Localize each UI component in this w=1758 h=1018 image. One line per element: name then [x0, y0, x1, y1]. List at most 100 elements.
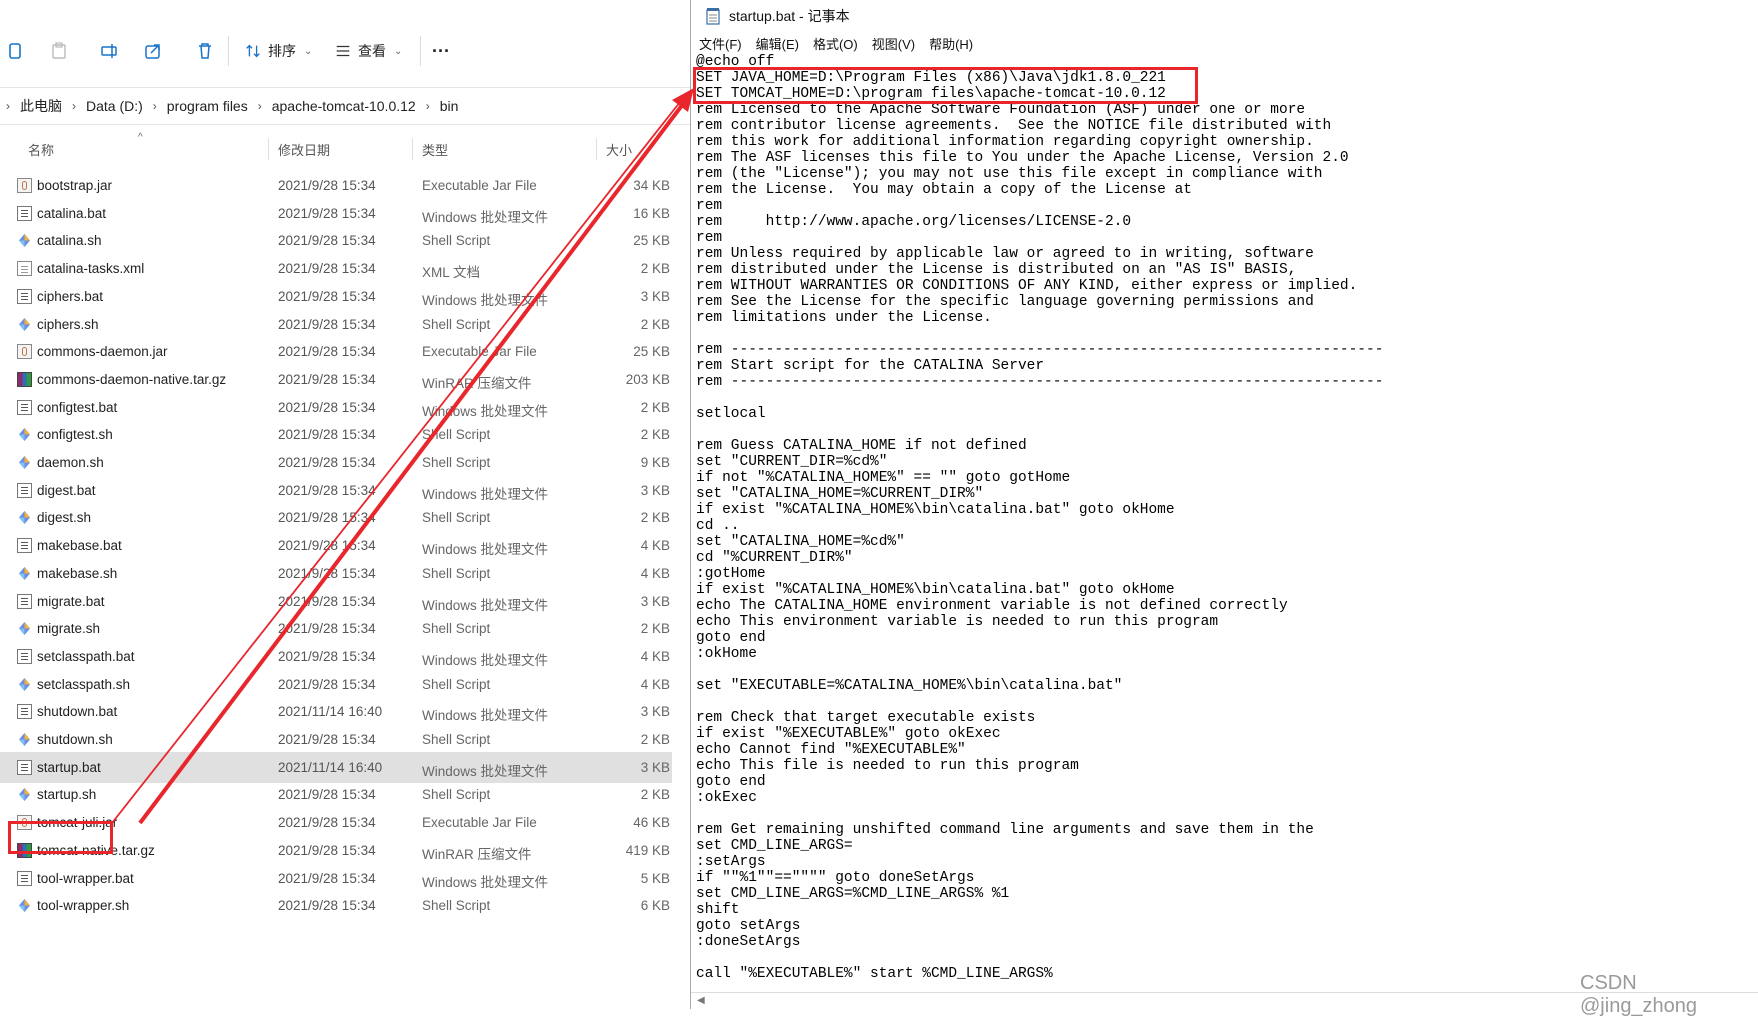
file-size: 46 KB	[633, 815, 670, 831]
file-row[interactable]: catalina.bat 2021/9/28 15:34 Windows 批处理文件…	[0, 198, 672, 229]
file-row[interactable]: configtest.sh 2021/9/28 15:34 Shell Script…	[0, 419, 672, 450]
file-size: 2 KB	[640, 316, 670, 332]
sh-file-icon	[17, 510, 32, 525]
file-row[interactable]: shutdown.bat 2021/11/14 16:40 Windows 批处理文…	[0, 696, 672, 727]
column-header-type[interactable]: 类型	[422, 130, 448, 168]
file-row[interactable]: digest.sh 2021/9/28 15:34 Shell Script 2 KB	[0, 502, 672, 533]
file-date: 2021/9/28 15:34	[278, 510, 376, 526]
file-row[interactable]: catalina.sh 2021/9/28 15:34 Shell Script 25…	[0, 225, 672, 256]
file-type: Shell Script	[422, 316, 491, 332]
file-size: 4 KB	[640, 538, 670, 554]
file-type: Executable Jar File	[422, 178, 537, 193]
share-icon[interactable]	[140, 38, 166, 64]
sh-file-icon	[17, 898, 32, 913]
bat-file-icon	[17, 399, 32, 415]
menu-edit[interactable]: 编辑(E)	[756, 34, 799, 53]
rename-icon[interactable]	[96, 38, 122, 64]
file-type: Shell Script	[422, 732, 491, 747]
breadcrumb[interactable]: › 此电脑 › Data (D:) › program files › apac…	[0, 87, 690, 125]
file-name: migrate.sh	[37, 621, 101, 637]
breadcrumb-item[interactable]: bin	[440, 98, 459, 114]
column-header-date[interactable]: 修改日期	[278, 130, 330, 168]
file-date: 2021/9/28 15:34	[278, 233, 376, 249]
file-row[interactable]: commons-daemon-native.tar.gz 2021/9/28 15…	[0, 364, 672, 395]
file-row[interactable]: shutdown.sh 2021/9/28 15:34 Shell Script 2 …	[0, 724, 672, 755]
sort-button[interactable]: 排序 ⌄	[244, 38, 312, 64]
breadcrumb-item[interactable]: 此电脑	[20, 96, 62, 116]
file-row[interactable]: daemon.sh 2021/9/28 15:34 Shell Script 9 KB	[0, 447, 672, 478]
file-row[interactable]: digest.bat 2021/9/28 15:34 Windows 批处理文件 3 …	[0, 475, 672, 506]
file-size: 4 KB	[640, 676, 670, 692]
file-name: setclasspath.bat	[37, 648, 135, 664]
file-size: 3 KB	[640, 482, 670, 498]
breadcrumb-item[interactable]: Data (D:)	[86, 98, 143, 114]
file-row[interactable]: ciphers.bat 2021/9/28 15:34 Windows 批处理文件 3…	[0, 281, 672, 312]
view-button[interactable]: 查看 ⌄	[334, 38, 402, 64]
file-type: Windows 批处理文件	[422, 292, 549, 308]
file-size: 4 KB	[640, 565, 670, 581]
file-name: digest.sh	[37, 510, 92, 526]
file-name: tool-wrapper.bat	[37, 870, 134, 886]
file-type: WinRAR 压缩文件	[422, 375, 532, 391]
file-date: 2021/9/28 15:34	[278, 621, 376, 637]
column-header-name[interactable]: 名称	[28, 130, 54, 168]
file-row[interactable]: catalina-tasks.xml 2021/9/28 15:34 XML 文档 2…	[0, 253, 672, 284]
file-size: 4 KB	[640, 648, 670, 664]
file-size: 3 KB	[640, 704, 670, 720]
file-name: catalina.bat	[37, 205, 107, 221]
file-name: commons-daemon-native.tar.gz	[37, 371, 227, 387]
bat-file-icon	[17, 205, 32, 221]
file-row[interactable]: makebase.sh 2021/9/28 15:34 Shell Script 4 …	[0, 558, 672, 589]
file-date: 2021/9/28 15:34	[278, 288, 376, 304]
scroll-left-icon[interactable]: ◀	[697, 995, 705, 1006]
file-date: 2021/9/28 15:34	[278, 787, 376, 803]
sh-file-icon	[17, 427, 32, 442]
watermark: CSDN @jing_zhong	[1580, 972, 1698, 1017]
delete-icon[interactable]	[192, 38, 218, 64]
file-type: Windows 批处理文件	[422, 209, 549, 225]
sh-file-icon	[17, 317, 32, 332]
file-size: 25 KB	[633, 344, 670, 360]
file-type: Shell Script	[422, 898, 491, 914]
file-date: 2021/9/28 15:34	[278, 842, 376, 858]
file-size: 3 KB	[640, 759, 670, 775]
file-row[interactable]: tool-wrapper.sh 2021/9/28 15:34 Shell Scri…	[0, 890, 672, 921]
file-row[interactable]: tool-wrapper.bat 2021/9/28 15:34 Windows 批…	[0, 863, 672, 894]
file-name: bootstrap.jar	[37, 178, 113, 193]
text-editor-area[interactable]: @echo off SET JAVA_HOME=D:\Program Files…	[691, 54, 1741, 994]
file-row[interactable]: startup.bat 2021/11/14 16:40 Windows 批处理文件…	[0, 751, 672, 783]
file-row[interactable]: startup.sh 2021/9/28 15:34 Shell Script 2 K…	[0, 779, 672, 810]
file-row[interactable]: bootstrap.jar 2021/9/28 15:34 Executable J…	[0, 170, 672, 201]
notepad-title-bar: startup.bat - 记事本	[691, 0, 1758, 32]
menu-format[interactable]: 格式(O)	[813, 34, 858, 53]
file-size: 6 KB	[640, 898, 670, 914]
copy-icon[interactable]	[2, 38, 28, 64]
file-size: 34 KB	[633, 178, 670, 193]
file-date: 2021/9/28 15:34	[278, 732, 376, 747]
file-row[interactable]: migrate.sh 2021/9/28 15:34 Shell Script 2 K…	[0, 613, 672, 644]
file-name: daemon.sh	[37, 455, 104, 470]
xml-file-icon	[17, 261, 32, 277]
more-options-button[interactable]: ···	[432, 38, 450, 64]
paste-icon[interactable]	[46, 38, 72, 64]
column-header-size[interactable]: 大小	[606, 130, 632, 168]
menu-view[interactable]: 视图(V)	[872, 34, 915, 53]
file-size: 2 KB	[640, 787, 670, 803]
file-type: XML 文档	[422, 265, 481, 281]
file-name: ciphers.sh	[37, 316, 99, 332]
menu-file[interactable]: 文件(F)	[699, 34, 742, 53]
file-row[interactable]: configtest.bat 2021/9/28 15:34 Windows 批处理…	[0, 392, 672, 423]
breadcrumb-item[interactable]: program files	[167, 98, 248, 114]
file-row[interactable]: setclasspath.sh 2021/9/28 15:34 Shell Scri…	[0, 669, 672, 700]
file-name: ciphers.bat	[37, 288, 104, 304]
file-row[interactable]: makebase.bat 2021/9/28 15:34 Windows 批处理文件…	[0, 530, 672, 561]
file-name: catalina.sh	[37, 233, 102, 249]
menu-help[interactable]: 帮助(H)	[929, 34, 973, 53]
file-row[interactable]: ciphers.sh 2021/9/28 15:34 Shell Script 2 K…	[0, 309, 672, 340]
breadcrumb-item[interactable]: apache-tomcat-10.0.12	[272, 98, 416, 114]
file-row[interactable]: migrate.bat 2021/9/28 15:34 Windows 批处理文件 3…	[0, 586, 672, 617]
file-row[interactable]: commons-daemon.jar 2021/9/28 15:34 Executa…	[0, 336, 672, 367]
file-name: startup.bat	[37, 759, 101, 775]
file-row[interactable]: setclasspath.bat 2021/9/28 15:34 Windows 批…	[0, 641, 672, 672]
file-date: 2021/11/14 16:40	[278, 759, 383, 775]
